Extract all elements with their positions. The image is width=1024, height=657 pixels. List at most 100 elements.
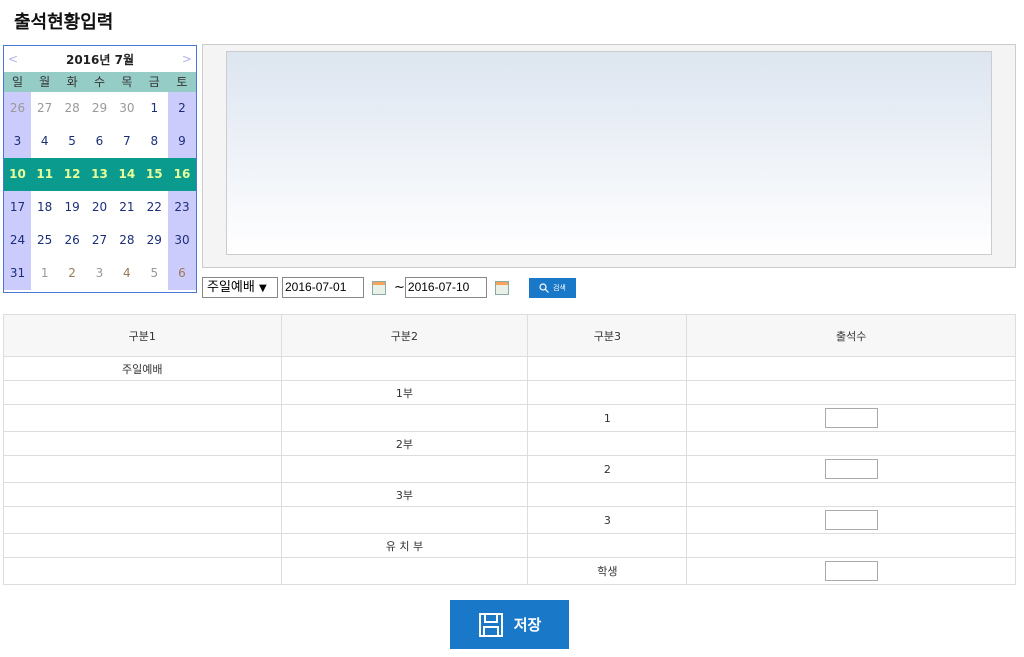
next-month-button[interactable]: > xyxy=(182,52,192,66)
column-header: 출석수 xyxy=(686,314,1016,357)
calendar-day[interactable]: 8 xyxy=(141,125,168,158)
calendar-day[interactable]: 27 xyxy=(31,92,58,125)
column-header: 구분3 xyxy=(527,314,688,357)
table-row: 1 xyxy=(3,404,1016,432)
search-button[interactable]: 검색 xyxy=(528,277,576,298)
calendar-day[interactable]: 1 xyxy=(31,257,58,290)
calendar-day[interactable]: 21 xyxy=(113,191,140,224)
calendar-day[interactable]: 20 xyxy=(86,191,113,224)
service-select[interactable]: 주일예배 ▼ xyxy=(202,277,278,298)
calendar-day[interactable]: 2 xyxy=(167,92,196,125)
calendar-day[interactable]: 28 xyxy=(58,92,85,125)
calendar-day[interactable]: 28 xyxy=(113,224,140,257)
table-cell xyxy=(280,455,529,483)
attendance-count-input[interactable] xyxy=(824,408,878,428)
table-cell xyxy=(280,506,529,534)
weekday-header: 화 xyxy=(58,72,86,92)
calendar-day[interactable]: 26 xyxy=(4,92,31,125)
calendar-day[interactable]: 30 xyxy=(113,92,140,125)
calendar-day[interactable]: 14 xyxy=(113,158,141,191)
calendar-day[interactable]: 16 xyxy=(167,158,196,191)
table-cell xyxy=(686,482,1016,507)
calendar-day[interactable]: 24 xyxy=(4,224,31,257)
calendar-day[interactable]: 29 xyxy=(141,224,168,257)
table-cell: 주일예배 xyxy=(3,356,282,381)
table-cell xyxy=(686,557,1016,585)
calendar-day[interactable]: 10 xyxy=(4,158,31,191)
preview-area xyxy=(226,51,992,255)
calendar-day[interactable]: 19 xyxy=(58,191,85,224)
table-row: 학생 xyxy=(3,557,1016,585)
end-date-input[interactable]: 2016-07-10 xyxy=(404,277,487,298)
table-row: 주일예배 xyxy=(3,356,1016,381)
calendar-day[interactable]: 1 xyxy=(141,92,168,125)
table-cell xyxy=(3,506,282,534)
table-cell xyxy=(527,356,688,381)
column-header: 구분2 xyxy=(280,314,529,357)
table-cell xyxy=(527,431,688,456)
weekday-header: 일 xyxy=(4,72,31,92)
table-cell xyxy=(686,380,1016,405)
calendar-icon[interactable] xyxy=(494,280,509,295)
calendar-day[interactable]: 7 xyxy=(113,125,140,158)
calendar-day[interactable]: 27 xyxy=(86,224,113,257)
table-cell xyxy=(3,557,282,585)
table-row: 3부 xyxy=(3,482,1016,507)
table-cell: 유 치 부 xyxy=(280,533,529,558)
attendance-count-input[interactable] xyxy=(824,561,878,581)
table-cell xyxy=(3,482,282,507)
calendar-day[interactable]: 26 xyxy=(58,224,85,257)
calendar-day[interactable]: 6 xyxy=(86,125,113,158)
range-separator: ~ xyxy=(394,280,405,295)
start-date-input[interactable]: 2016-07-01 xyxy=(282,277,364,298)
calendar-day[interactable]: 6 xyxy=(167,257,196,290)
calendar-day[interactable]: 4 xyxy=(31,125,58,158)
calendar-day[interactable]: 25 xyxy=(31,224,58,257)
calendar-day[interactable]: 4 xyxy=(113,257,140,290)
table-cell xyxy=(3,431,282,456)
calendar-day[interactable]: 18 xyxy=(31,191,58,224)
calendar-day[interactable]: 13 xyxy=(85,158,114,191)
table-cell: 2 xyxy=(527,455,688,483)
table-cell xyxy=(3,380,282,405)
table-cell xyxy=(280,404,529,432)
attendance-count-input[interactable] xyxy=(824,510,878,530)
search-label: 검색 xyxy=(552,283,566,292)
weekday-header: 토 xyxy=(167,72,196,92)
calendar-day[interactable]: 30 xyxy=(167,224,196,257)
table-cell: 학생 xyxy=(527,557,688,585)
calendar-day[interactable]: 15 xyxy=(140,158,168,191)
calendar-day[interactable]: 12 xyxy=(58,158,86,191)
calendar-day[interactable]: 31 xyxy=(4,257,31,290)
service-select-value: 주일예배 xyxy=(207,280,255,295)
calendar-day[interactable]: 23 xyxy=(167,191,196,224)
filter-bar: 주일예배 ▼ 2016-07-01 ~ 2016-07-10 검색 xyxy=(202,277,576,298)
calendar-day[interactable]: 3 xyxy=(86,257,113,290)
calendar-day[interactable]: 2 xyxy=(58,257,85,290)
table-row: 2 xyxy=(3,455,1016,483)
attendance-count-input[interactable] xyxy=(824,459,878,479)
calendar-day[interactable]: 9 xyxy=(167,125,196,158)
prev-month-button[interactable]: < xyxy=(8,52,18,66)
weekday-header: 목 xyxy=(113,72,141,92)
table-cell: 1부 xyxy=(280,380,529,405)
table-row: 3 xyxy=(3,506,1016,534)
calendar: < 2016년 7월 > 일 월 화 수 목 금 토 26 27 28 29 30 1 2 3 4 5 6 7 8 9 1… xyxy=(3,45,197,293)
calendar-day[interactable]: 22 xyxy=(141,191,168,224)
table-cell xyxy=(686,404,1016,432)
save-button[interactable]: 저장 xyxy=(450,600,569,649)
table-cell xyxy=(686,431,1016,456)
calendar-icon[interactable] xyxy=(372,280,386,295)
calendar-day[interactable]: 5 xyxy=(141,257,168,290)
calendar-day[interactable]: 29 xyxy=(86,92,113,125)
search-icon xyxy=(539,282,549,293)
table-cell xyxy=(686,455,1016,483)
preview-panel xyxy=(202,44,1016,268)
table-cell xyxy=(280,557,529,585)
calendar-day[interactable]: 17 xyxy=(4,191,31,224)
calendar-day[interactable]: 3 xyxy=(4,125,31,158)
column-header: 구분1 xyxy=(3,314,282,357)
weekday-header: 월 xyxy=(31,72,59,92)
calendar-day[interactable]: 5 xyxy=(58,125,85,158)
calendar-day[interactable]: 11 xyxy=(31,158,59,191)
